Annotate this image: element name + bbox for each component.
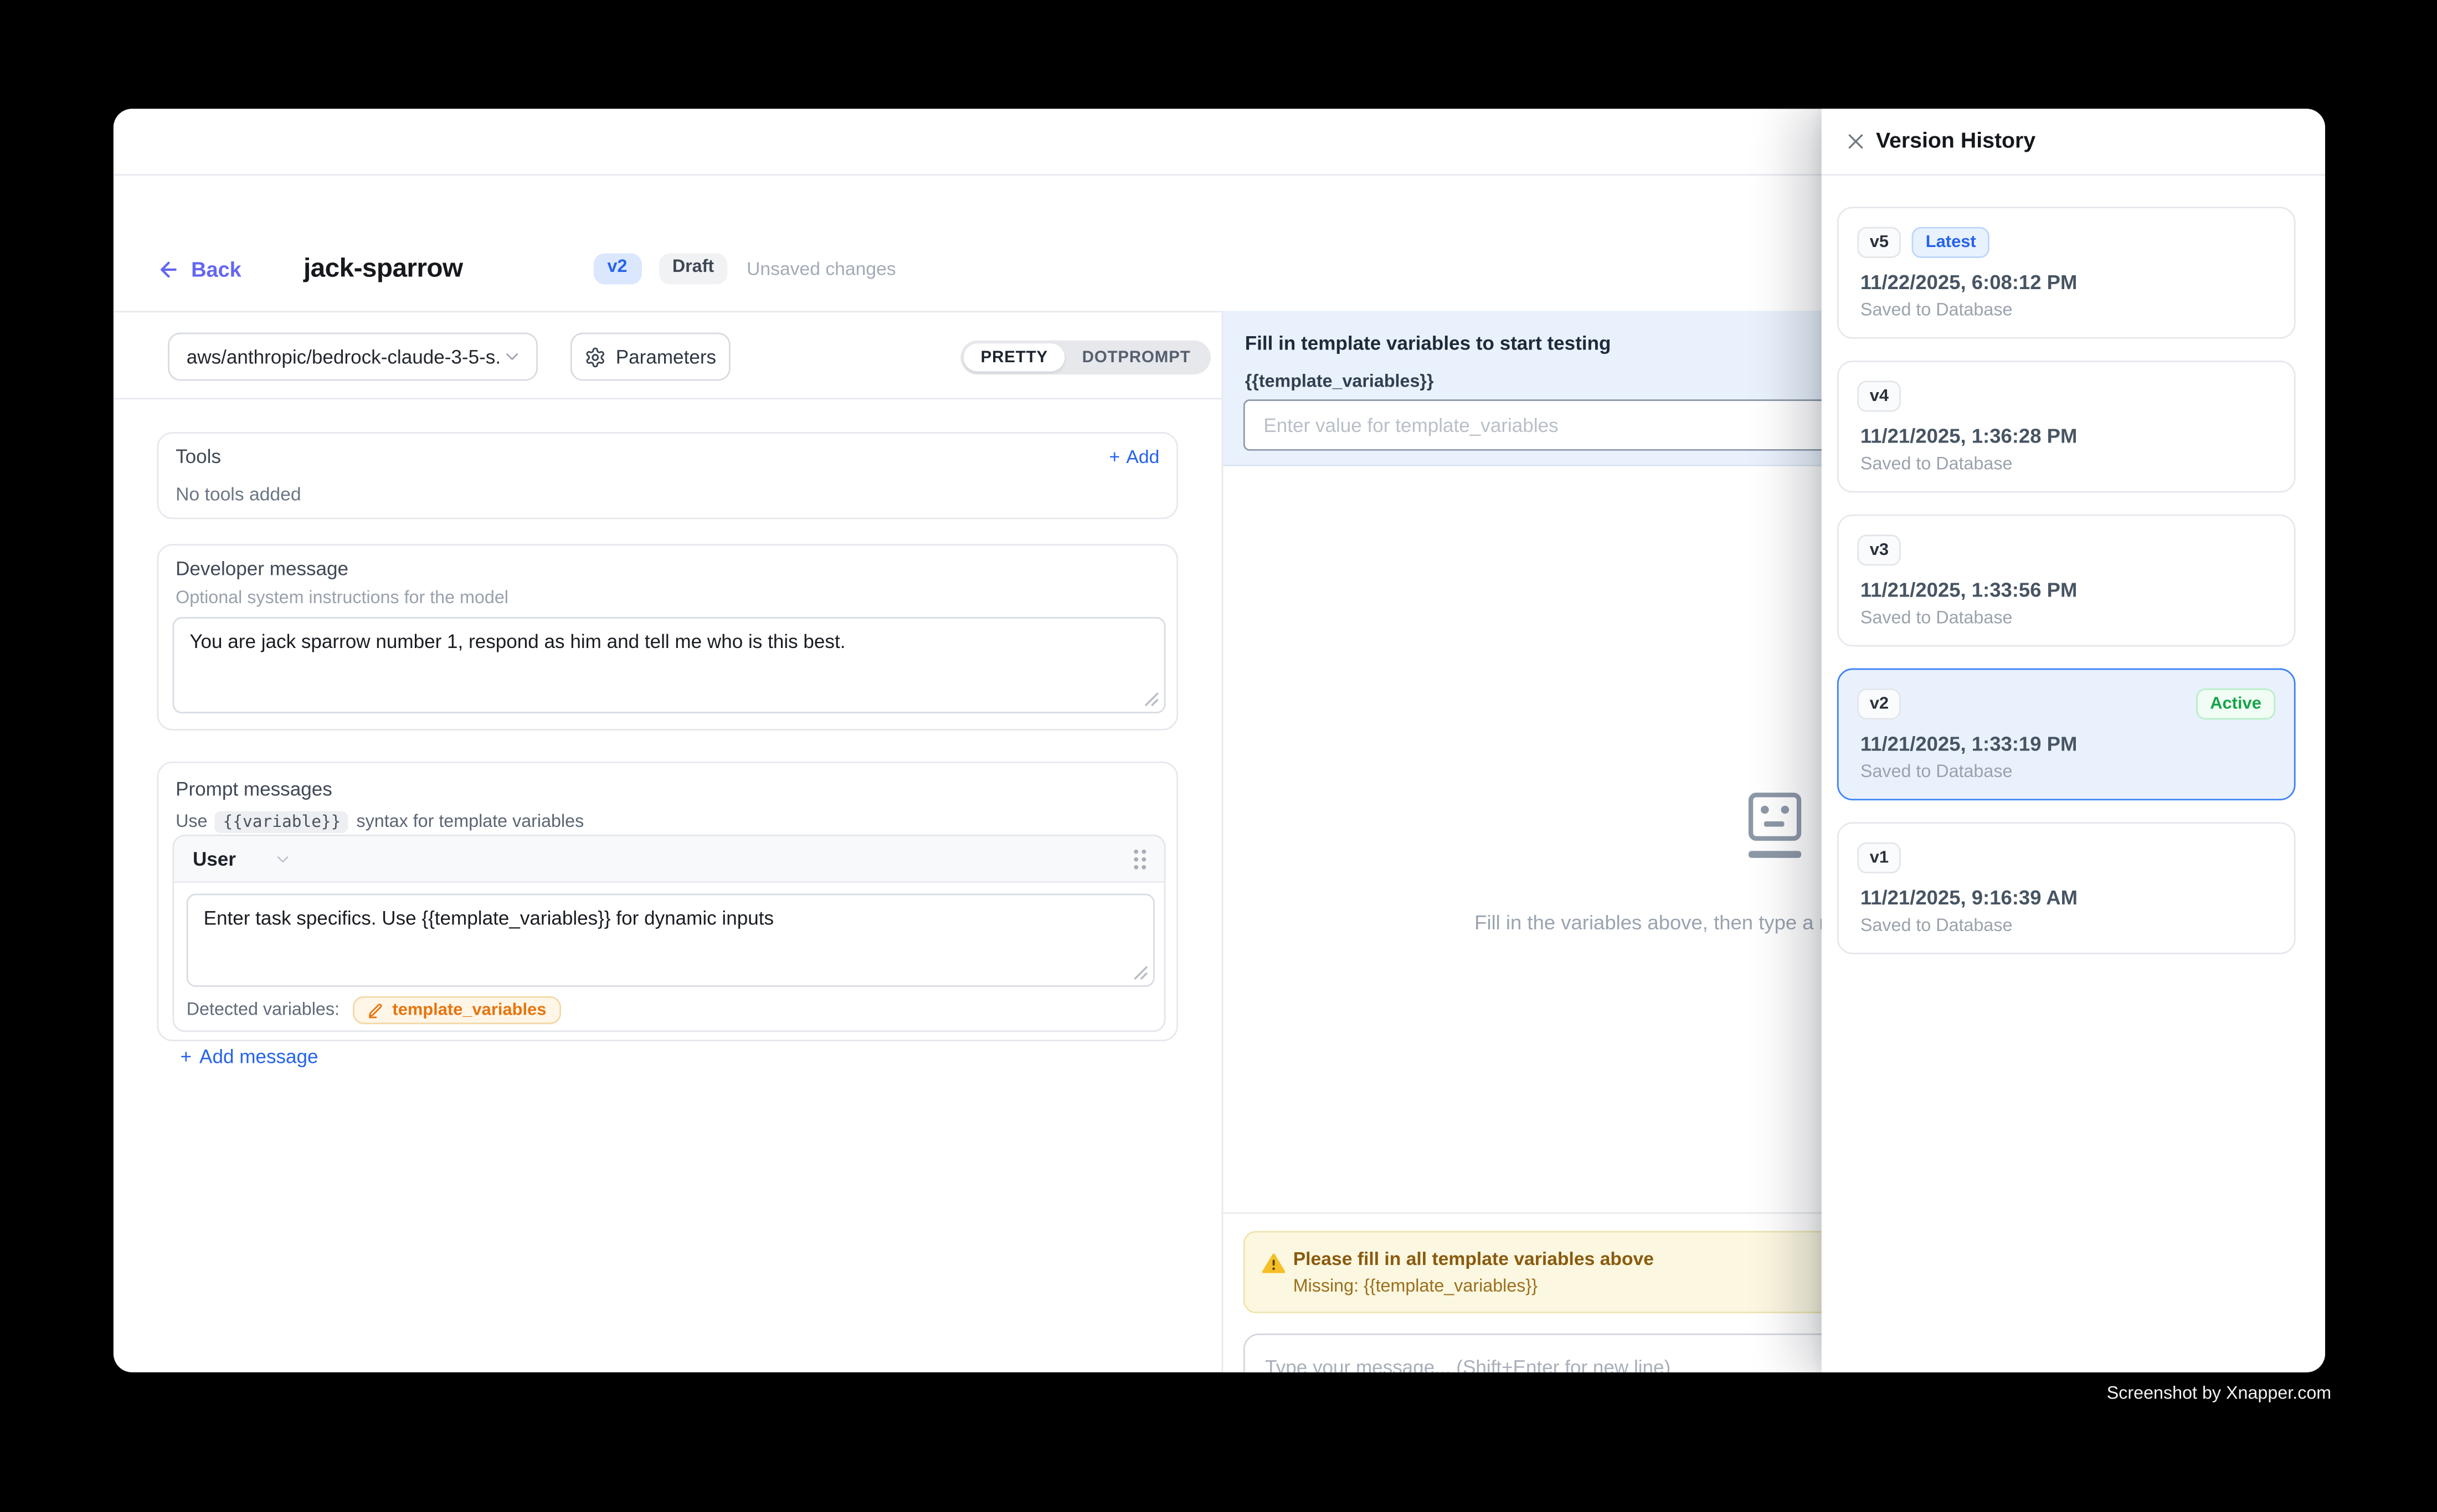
version-timestamp: 11/22/2025, 6:08:12 PM (1860, 270, 2077, 294)
add-message-button[interactable]: + Add message (181, 1046, 318, 1068)
page-title: jack-sparrow (304, 253, 463, 284)
version-card-v4[interactable]: v4 11/21/2025, 1:36:28 PM Saved to Databas… (1837, 361, 2296, 493)
version-list: v5 Latest 11/22/2025, 6:08:12 PM Saved to D… (1837, 207, 2296, 976)
variable-syntax-hint: Use {{variable}} syntax for template var… (176, 811, 584, 833)
tools-card: Tools + Add No tools added (157, 432, 1178, 519)
parameters-label: Parameters (616, 346, 716, 367)
version-number-badge: v1 (1857, 842, 1901, 874)
chevron-down-icon (502, 347, 522, 367)
tools-title: Tools (176, 446, 221, 467)
prompt-messages-card: Prompt messages Use {{variable}} syntax … (157, 762, 1178, 1041)
add-message-label: Add message (199, 1046, 318, 1068)
version-card-v1[interactable]: v1 11/21/2025, 9:16:39 AM Saved to Databas… (1837, 822, 2296, 954)
version-card-v2[interactable]: v2 Active 11/21/2025, 1:33:19 PM Saved to D… (1837, 668, 2296, 801)
version-number-badge: v4 (1857, 380, 1901, 412)
parameters-button[interactable]: Parameters (570, 333, 731, 381)
drag-handle-icon[interactable] (1133, 848, 1147, 870)
model-select[interactable]: aws/anthropic/bedrock-claude-3-5-s... (168, 333, 538, 381)
add-tool-label: Add (1126, 446, 1159, 467)
version-badge: v2 (593, 254, 641, 285)
variable-code-chip: {{variable}} (215, 811, 349, 833)
version-timestamp: 11/21/2025, 9:16:39 AM (1860, 886, 2078, 909)
version-history-title: Version History (1876, 127, 2035, 152)
role-select[interactable]: User (193, 848, 292, 870)
banner-title: Fill in template variables to start test… (1245, 333, 1611, 354)
arrow-left-icon (157, 257, 180, 280)
prompt-messages-title: Prompt messages (176, 779, 332, 800)
close-icon[interactable] (1843, 129, 1868, 154)
template-variable-label: {{template_variables}} (1245, 373, 1434, 392)
developer-message-card: Developer message Optional system instru… (157, 544, 1178, 731)
template-variable-name: template_variables (392, 1001, 546, 1020)
warning-title: Please fill in all template variables ab… (1293, 1248, 1654, 1269)
warning-triangle-icon (1262, 1253, 1286, 1274)
back-button[interactable]: Back (157, 257, 241, 280)
pencil-icon (368, 1002, 385, 1019)
version-number-badge: v5 (1857, 227, 1901, 259)
gear-icon (585, 346, 606, 367)
plus-icon: + (1109, 446, 1120, 467)
user-message-textarea[interactable]: Enter task specifics. Use {{template_var… (187, 894, 1155, 987)
version-source: Saved to Database (1860, 455, 2013, 474)
plus-icon: + (181, 1046, 192, 1068)
version-history-panel: Version History v5 Latest 11/22/2025, 6:08… (1822, 109, 2325, 1372)
hint-prefix: Use (176, 813, 207, 832)
version-card-v5[interactable]: v5 Latest 11/22/2025, 6:08:12 PM Saved to D… (1837, 207, 2296, 339)
draft-status-badge: Draft (659, 254, 728, 285)
developer-message-subtitle: Optional system instructions for the mod… (176, 589, 508, 608)
back-label: Back (191, 257, 241, 280)
detected-variables-row: Detected variables: template_variables (187, 996, 561, 1025)
hint-suffix: syntax for template variables (356, 813, 584, 832)
chevron-down-icon (273, 850, 292, 868)
version-number-badge: v2 (1857, 688, 1901, 720)
toggle-dotprompt[interactable]: DOTPROMPT (1065, 343, 1208, 372)
version-timestamp: 11/21/2025, 1:33:56 PM (1860, 578, 2077, 601)
no-tools-text: No tools added (176, 484, 301, 505)
unsaved-changes-text: Unsaved changes (747, 258, 896, 280)
version-timestamp: 11/21/2025, 1:36:28 PM (1860, 424, 2077, 448)
format-toggle: PRETTY DOTPROMPT (960, 341, 1211, 375)
version-source: Saved to Database (1860, 763, 2013, 782)
latest-badge: Latest (1912, 227, 1990, 259)
warning-missing-text: Missing: {{template_variables}} (1293, 1278, 1538, 1297)
version-source: Saved to Database (1860, 609, 2013, 628)
message-header: User (174, 836, 1164, 883)
developer-message-field-wrap: You are jack sparrow number 1, respond a… (172, 617, 1165, 713)
version-card-v3[interactable]: v3 11/21/2025, 1:33:56 PM Saved to Databas… (1837, 515, 2296, 647)
user-message-field-wrap: Enter task specifics. Use {{template_var… (187, 894, 1155, 987)
active-badge: Active (2196, 688, 2275, 720)
screenshot-background: Back jack-sparrow v2 Draft Unsaved chang… (0, 0, 2437, 1512)
add-tool-button[interactable]: + Add (1109, 446, 1160, 467)
role-value: User (193, 848, 236, 870)
template-variable-badge[interactable]: template_variables (353, 996, 560, 1025)
version-number-badge: v3 (1857, 534, 1901, 566)
detected-variables-label: Detected variables: (187, 1001, 340, 1020)
version-source: Saved to Database (1860, 301, 2013, 320)
toolbar-divider (114, 398, 1222, 399)
version-source: Saved to Database (1860, 917, 2013, 936)
bot-icon (1749, 793, 1801, 862)
message-block: User Enter task specifics. Use {{templat… (172, 835, 1165, 1032)
developer-message-title: Developer message (176, 558, 348, 579)
developer-message-textarea[interactable]: You are jack sparrow number 1, respond a… (172, 617, 1165, 713)
model-select-value: aws/anthropic/bedrock-claude-3-5-s... (187, 346, 502, 367)
version-timestamp: 11/21/2025, 1:33:19 PM (1860, 732, 2077, 755)
watermark-text: Screenshot by Xnapper.com (2107, 1385, 2331, 1403)
toggle-pretty[interactable]: PRETTY (964, 343, 1065, 372)
prompt-header-row: Back jack-sparrow v2 Draft Unsaved chang… (157, 245, 896, 292)
version-history-header: Version History (1822, 109, 2325, 176)
